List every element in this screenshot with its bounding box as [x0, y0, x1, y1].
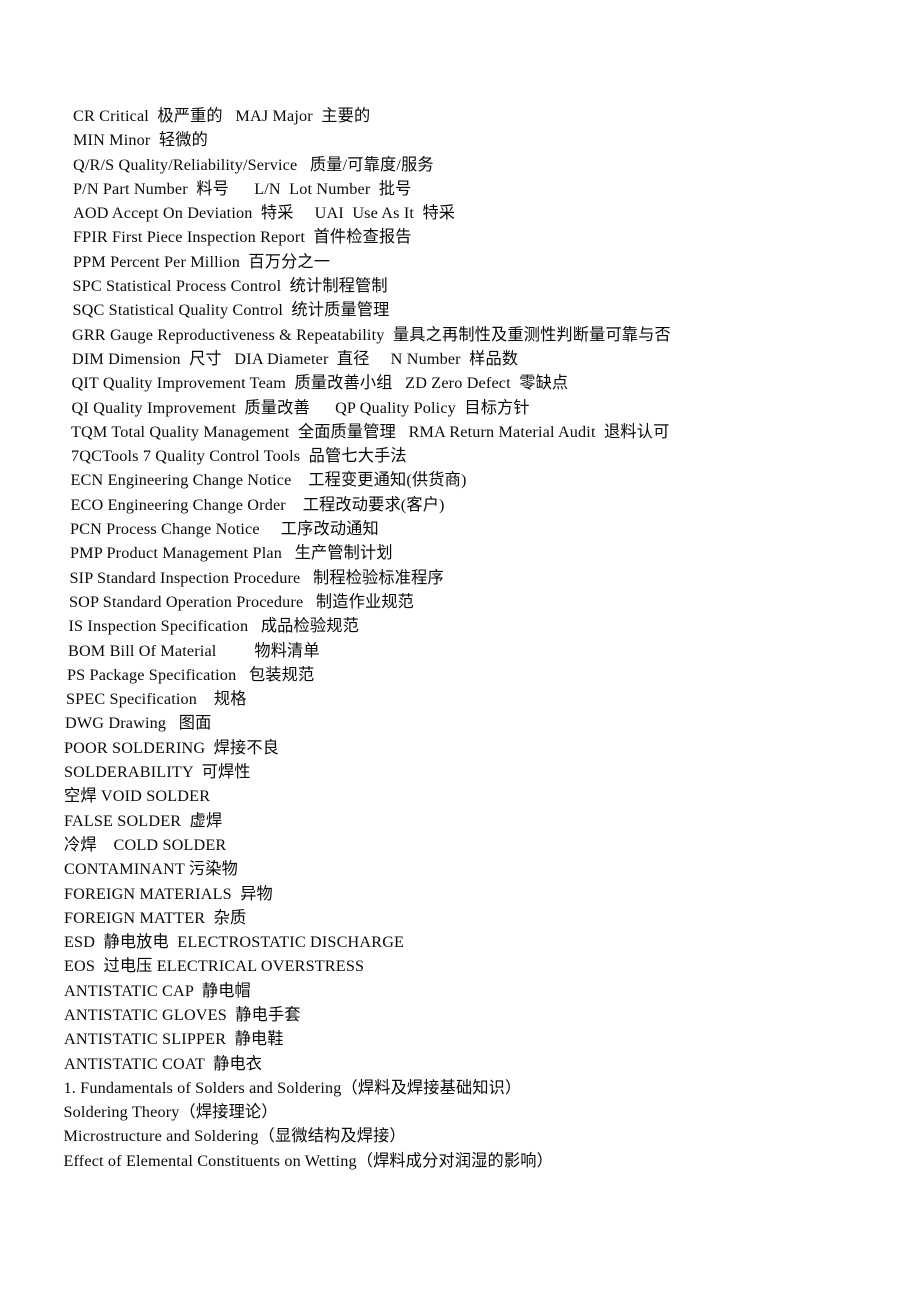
glossary-line: ECN Engineering Change Notice 工程变更通知(供货商… — [70, 471, 467, 490]
document-page: CR Critical 极严重的 MAJ Major 主要的 MIN Minor … — [0, 0, 920, 1302]
glossary-line: DWG Drawing 图面 — [65, 714, 212, 733]
glossary-line: 冷焊 COLD SOLDER — [64, 835, 227, 854]
glossary-line: Soldering Theory（焊接理论） — [63, 1103, 278, 1122]
glossary-line: EOS 过电压 ELECTRICAL OVERSTRESS — [64, 957, 365, 976]
glossary-line: ANTISTATIC CAP 静电帽 — [64, 981, 251, 1000]
glossary-line: SIP Standard Inspection Procedure 制程检验标准… — [69, 568, 444, 587]
glossary-line: QIT Quality Improvement Team 质量改善小组 ZD Z… — [71, 374, 569, 393]
glossary-line: IS Inspection Specification 成品检验规范 — [68, 617, 359, 636]
glossary-line: PCN Process Change Notice 工序改动通知 — [70, 520, 379, 539]
glossary-line: DIM Dimension 尺寸 DIA Diameter 直径 N Numbe… — [72, 349, 519, 368]
glossary-line: SPEC Specification 规格 — [66, 690, 247, 709]
glossary-line: BOM Bill Of Material 物料清单 — [68, 641, 320, 660]
glossary-line: SOLDERABILITY 可焊性 — [64, 763, 251, 782]
glossary-line: FALSE SOLDER 虚焊 — [64, 811, 223, 830]
glossary-line: PS Package Specification 包装规范 — [67, 665, 315, 684]
glossary-line: QI Quality Improvement 质量改善 QP Quality P… — [71, 398, 530, 417]
glossary-line: 7QCTools 7 Quality Control Tools 品管七大手法 — [71, 447, 407, 466]
glossary-line: SPC Statistical Process Control 统计制程管制 — [72, 277, 388, 296]
glossary-line: ANTISTATIC GLOVES 静电手套 — [64, 1005, 301, 1024]
glossary-line: AOD Accept On Deviation 特采 UAI Use As It… — [73, 204, 456, 223]
glossary-line: FOREIGN MATERIALS 异物 — [64, 884, 273, 903]
glossary-line: 1. Fundamentals of Solders and Soldering… — [63, 1078, 522, 1097]
glossary-line: SOP Standard Operation Procedure 制造作业规范 — [69, 592, 415, 611]
glossary-line: POOR SOLDERING 焊接不良 — [64, 738, 280, 757]
glossary-line: SQC Statistical Quality Control 统计质量管理 — [72, 301, 390, 320]
glossary-line: CR Critical 极严重的 MAJ Major 主要的 — [73, 107, 371, 125]
glossary-line: MIN Minor 轻微的 — [73, 131, 208, 150]
glossary-line: ANTISTATIC SLIPPER 静电鞋 — [64, 1030, 284, 1049]
glossary-line: Effect of Elemental Constituents on Wett… — [63, 1151, 553, 1170]
glossary-line: Q/R/S Quality/Reliability/Service 质量/可靠度… — [73, 155, 434, 174]
glossary-line: CONTAMINANT 污染物 — [64, 860, 238, 879]
glossary-line: Microstructure and Soldering（显微结构及焊接） — [63, 1127, 406, 1146]
glossary-line: ESD 静电放电 ELECTROSTATIC DISCHARGE — [64, 933, 405, 952]
glossary-line: FPIR First Piece Inspection Report 首件检查报… — [73, 228, 412, 247]
glossary-line: GRR Gauge Reproductiveness & Repeatabili… — [72, 325, 671, 344]
glossary-line: PMP Product Management Plan 生产管制计划 — [70, 544, 393, 563]
glossary-line: ECO Engineering Change Order 工程改动要求(客户) — [70, 495, 445, 514]
glossary-line: ANTISTATIC COAT 静电衣 — [64, 1054, 263, 1073]
document-text-body: CR Critical 极严重的 MAJ Major 主要的 MIN Minor … — [0, 104, 920, 1173]
glossary-line: 空焊 VOID SOLDER — [64, 787, 211, 806]
glossary-line: TQM Total Quality Management 全面质量管理 RMA … — [71, 422, 670, 441]
glossary-line: PPM Percent Per Million 百万分之一 — [73, 252, 331, 271]
glossary-line: P/N Part Number 料号 L/N Lot Number 批号 — [73, 179, 412, 198]
glossary-line: FOREIGN MATTER 杂质 — [64, 908, 247, 927]
